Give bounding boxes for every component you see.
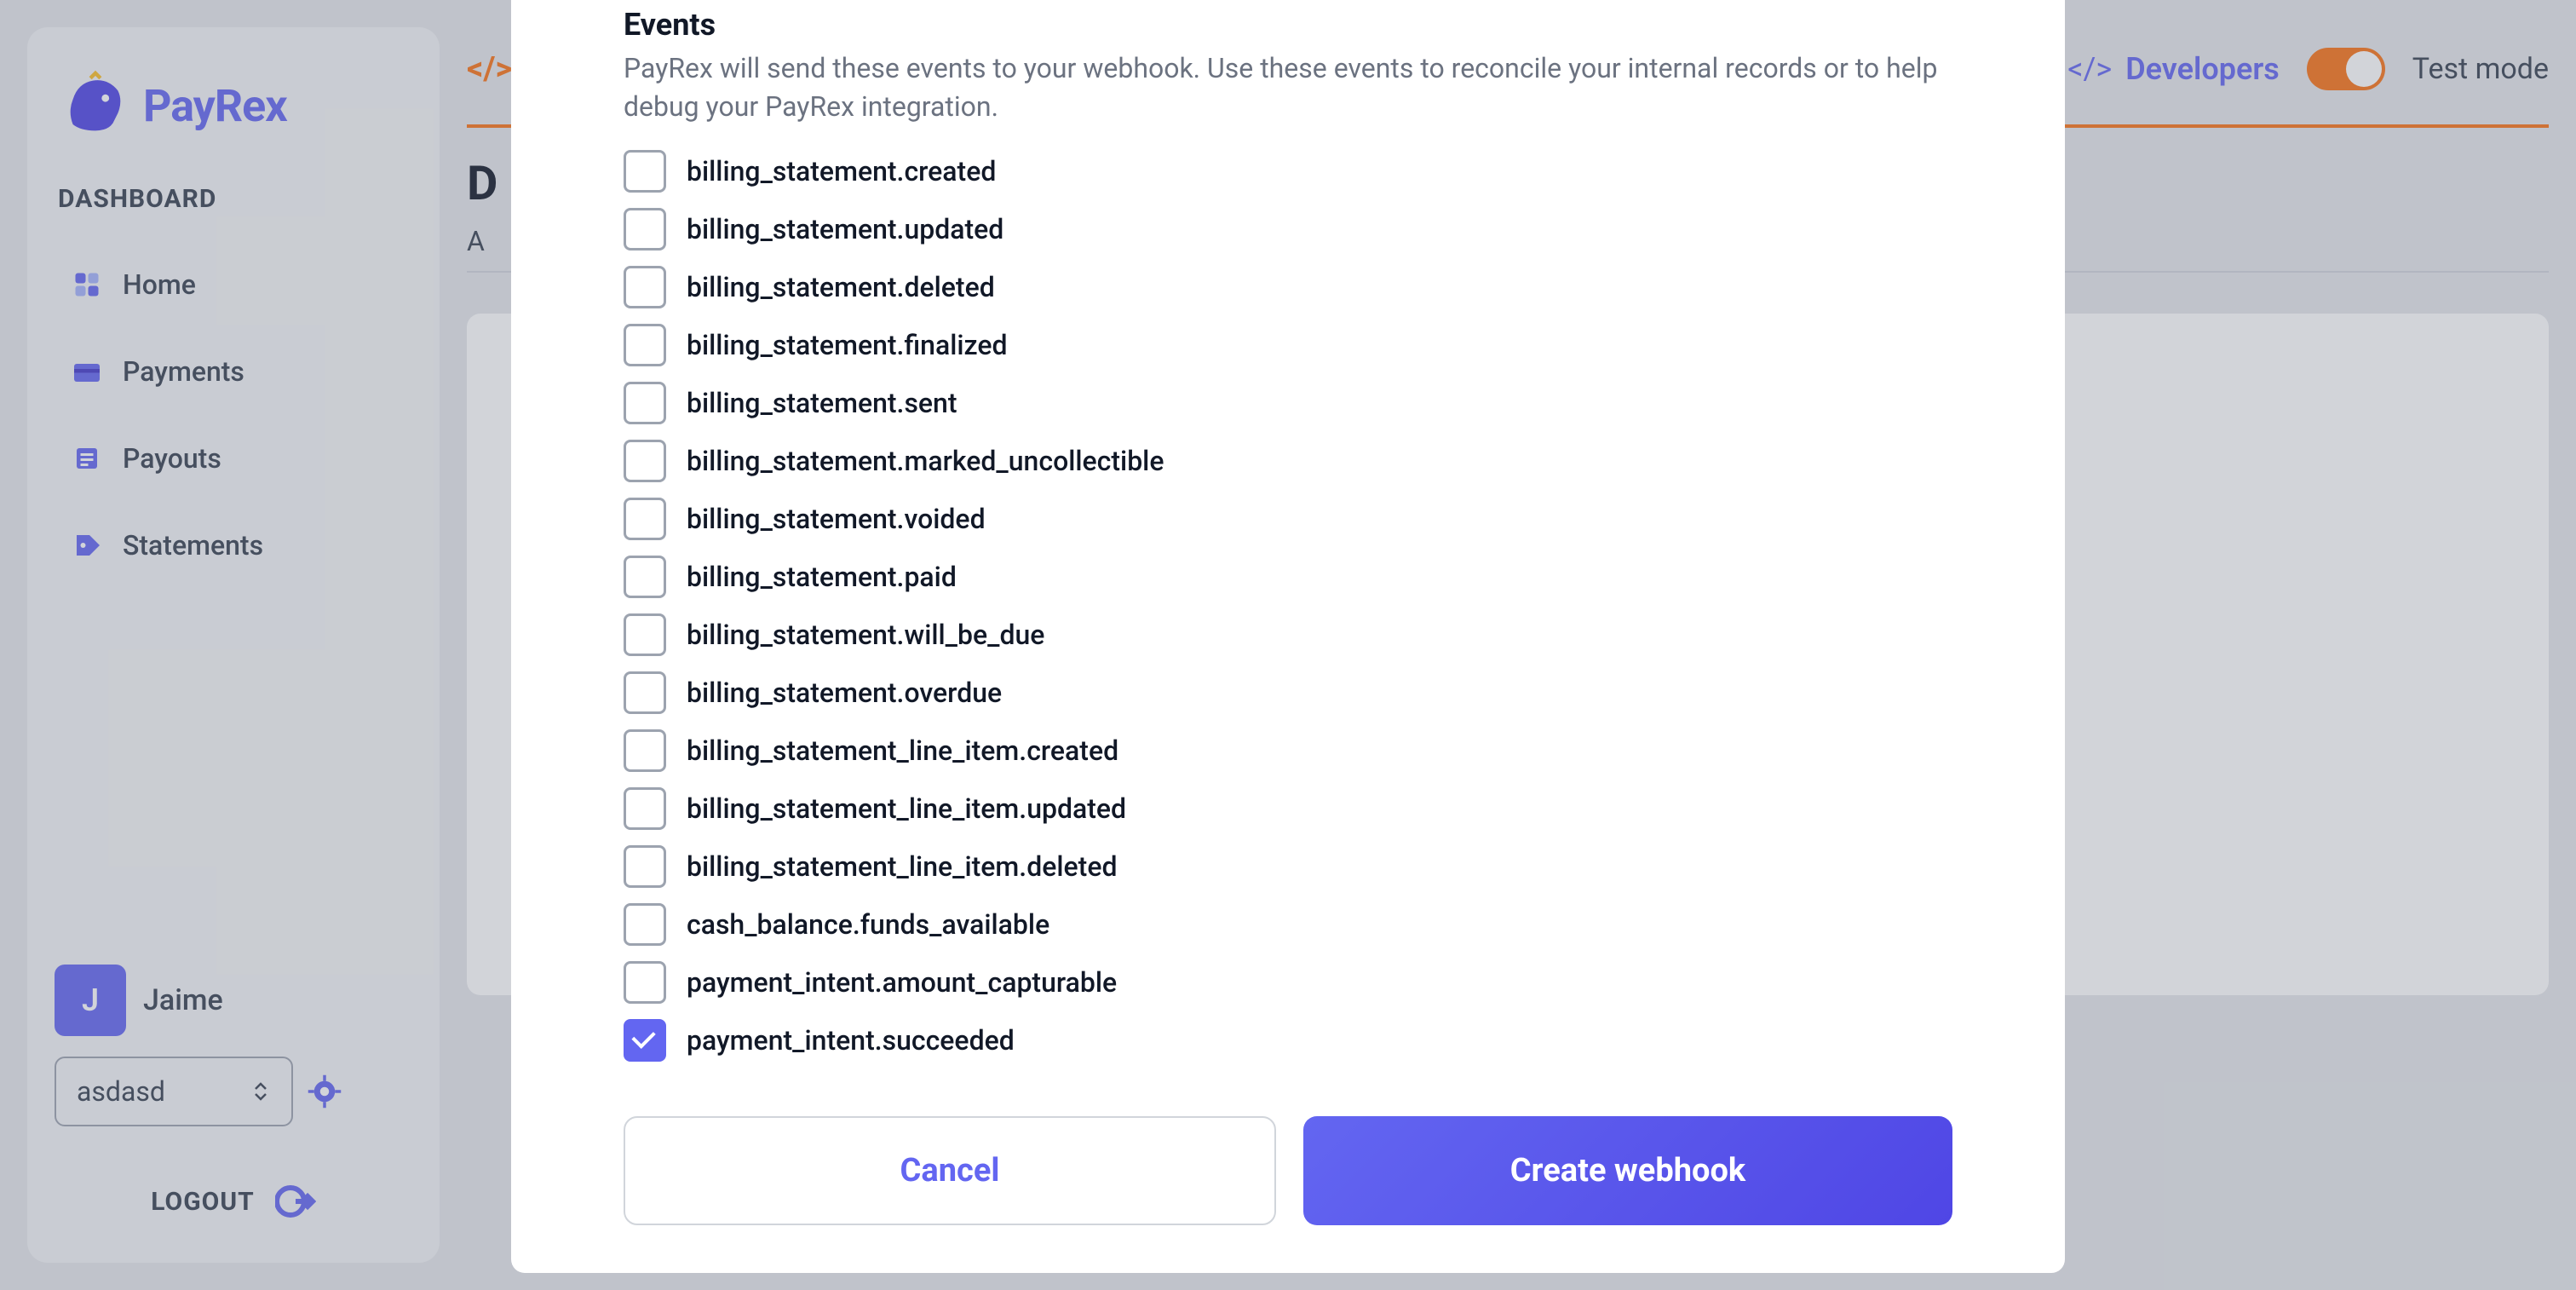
event-item: payment_intent.amount_capturable xyxy=(624,961,1952,1004)
event-label: billing_statement.created xyxy=(687,155,996,187)
event-checkbox[interactable] xyxy=(624,613,666,656)
modal-overlay[interactable]: Events PayRex will send these events to … xyxy=(0,0,2576,1290)
event-item: billing_statement.overdue xyxy=(624,671,1952,714)
event-item: cash_balance.funds_available xyxy=(624,903,1952,946)
event-list: billing_statement.created billing_stateme… xyxy=(624,150,1952,1062)
event-item: billing_statement.finalized xyxy=(624,324,1952,366)
event-checkbox[interactable] xyxy=(624,208,666,251)
event-item: billing_statement.created xyxy=(624,150,1952,193)
event-label: billing_statement.overdue xyxy=(687,677,1002,709)
event-item: billing_statement.deleted xyxy=(624,266,1952,308)
event-checkbox[interactable] xyxy=(624,266,666,308)
events-title: Events xyxy=(624,7,1952,43)
webhook-modal: Events PayRex will send these events to … xyxy=(511,0,2065,1273)
event-label: billing_statement_line_item.updated xyxy=(687,792,1126,825)
event-label: billing_statement_line_item.created xyxy=(687,734,1118,767)
event-checkbox[interactable] xyxy=(624,845,666,888)
cancel-button[interactable]: Cancel xyxy=(624,1116,1276,1225)
event-item: billing_statement.voided xyxy=(624,498,1952,540)
event-item: billing_statement.paid xyxy=(624,556,1952,598)
events-section: Events PayRex will send these events to … xyxy=(624,0,1952,1225)
modal-buttons: Cancel Create webhook xyxy=(624,1116,1952,1225)
event-label: billing_statement.will_be_due xyxy=(687,619,1044,651)
event-item: billing_statement.sent xyxy=(624,382,1952,424)
event-checkbox[interactable] xyxy=(624,671,666,714)
create-webhook-button[interactable]: Create webhook xyxy=(1303,1116,1952,1225)
event-checkbox[interactable] xyxy=(624,382,666,424)
event-checkbox[interactable] xyxy=(624,498,666,540)
event-label: payment_intent.amount_capturable xyxy=(687,966,1117,999)
event-checkbox[interactable] xyxy=(624,961,666,1004)
event-label: billing_statement.marked_uncollectible xyxy=(687,445,1164,477)
event-label: billing_statement.sent xyxy=(687,387,957,419)
event-label: billing_statement_line_item.deleted xyxy=(687,850,1117,883)
event-label: payment_intent.succeeded xyxy=(687,1024,1015,1057)
event-item: billing_statement_line_item.updated xyxy=(624,787,1952,830)
event-item: billing_statement.updated xyxy=(624,208,1952,251)
event-label: billing_statement.updated xyxy=(687,213,1003,245)
event-item: billing_statement_line_item.deleted xyxy=(624,845,1952,888)
event-label: billing_statement.voided xyxy=(687,503,986,535)
event-item: payment_intent.succeeded xyxy=(624,1019,1952,1062)
event-checkbox[interactable] xyxy=(624,324,666,366)
event-checkbox[interactable] xyxy=(624,150,666,193)
event-item: billing_statement_line_item.created xyxy=(624,729,1952,772)
event-checkbox[interactable] xyxy=(624,903,666,946)
event-checkbox[interactable] xyxy=(624,1019,666,1062)
event-label: billing_statement.deleted xyxy=(687,271,995,303)
event-label: billing_statement.paid xyxy=(687,561,957,593)
event-checkbox[interactable] xyxy=(624,556,666,598)
event-item: billing_statement.marked_uncollectible xyxy=(624,440,1952,482)
event-item: billing_statement.will_be_due xyxy=(624,613,1952,656)
event-checkbox[interactable] xyxy=(624,787,666,830)
event-checkbox[interactable] xyxy=(624,440,666,482)
event-label: billing_statement.finalized xyxy=(687,329,1008,361)
events-description: PayRex will send these events to your we… xyxy=(624,49,1952,126)
event-label: cash_balance.funds_available xyxy=(687,908,1049,941)
event-checkbox[interactable] xyxy=(624,729,666,772)
